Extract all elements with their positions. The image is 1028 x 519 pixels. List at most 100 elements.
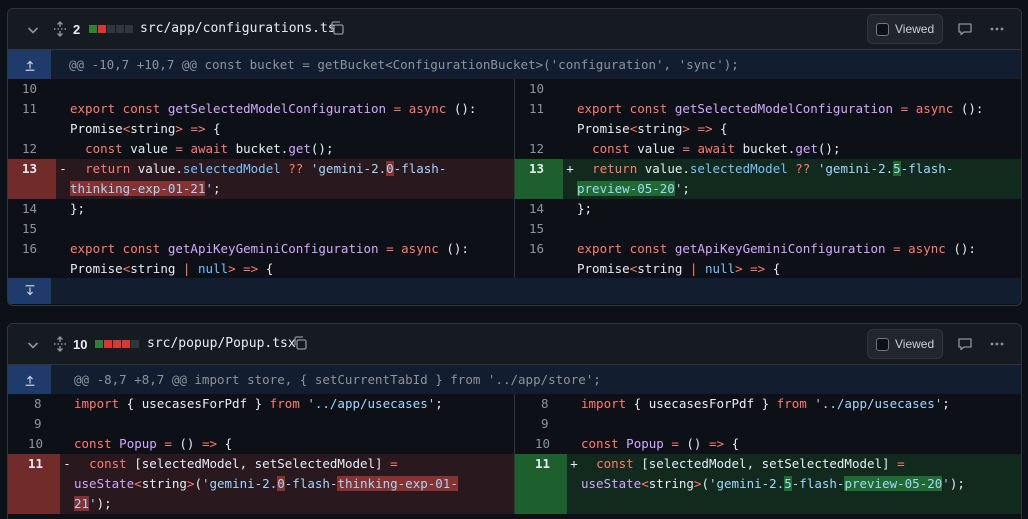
diff-line-deleted: 13- return value.selectedModel ?? 'gemin… [8,159,514,199]
diffstat-removed [113,340,121,348]
diff-line: 14}; [515,199,1021,219]
code-text: export const getApiKeyGeminiConfiguratio… [70,241,469,276]
code-text: const [selectedModel, setSelectedModel] … [581,456,965,491]
line-number[interactable]: 14 [8,199,56,219]
kebab-menu-icon[interactable] [989,336,1005,352]
line-number[interactable]: 8 [8,394,60,414]
chevron-down-icon[interactable] [25,22,41,38]
file-path[interactable]: src/popup/Popup.tsx [147,336,296,351]
unfold-icon[interactable] [52,21,68,37]
diff-line: 10 const Popup = () => { [8,434,514,454]
viewed-checkbox[interactable] [876,337,889,351]
code-text: export const getApiKeyGeminiConfiguratio… [577,241,976,276]
diffstat-bars [95,340,139,348]
diffstat-added [89,25,97,33]
viewed-toggle[interactable]: Viewed [867,14,943,44]
diff-line: 14}; [8,199,514,219]
expand-up-button[interactable] [8,365,51,394]
diff-right-side: 8 import { usecasesForPdf } from '../app/… [514,394,1021,514]
code-text: const value = await bucket.get(); [592,141,841,156]
diffstat-added [95,340,103,348]
expand-down-row [8,278,1021,304]
code-text: return value.selectedModel ?? 'gemini-2.… [577,161,954,196]
diff-line-added: 11 + const [selectedModel, setSelectedMod… [515,454,1021,514]
code-text: }; [70,201,86,216]
split-diff: 8 import { usecasesForPdf } from '../app/… [8,394,1021,514]
diff-line: 11 export const getSelectedModelConfigura… [8,99,514,139]
line-number[interactable]: 10 [8,434,60,454]
code-text: import { usecasesForPdf } from '../app/u… [581,396,950,411]
viewed-label: Viewed [895,22,935,36]
file-header: 10 src/popup/Popup.tsx Viewed [8,324,1021,365]
viewed-checkbox[interactable] [876,22,889,36]
line-number[interactable]: 13 [8,159,56,199]
line-number[interactable]: 10 [515,79,563,99]
del-marker: - [59,161,67,176]
line-number[interactable]: 12 [8,139,56,159]
diff-left-side: 8 import { usecasesForPdf } from '../app/… [8,394,514,514]
line-number[interactable]: 11 [515,99,563,139]
chevron-down-icon[interactable] [25,337,41,353]
unfold-icon[interactable] [52,336,68,352]
code-text: export const getSelectedModelConfigurati… [577,101,984,136]
code-text: return value.selectedModel ?? 'gemini-2.… [70,161,447,196]
diff-line: 15 [8,219,514,239]
viewed-label: Viewed [895,337,935,351]
diffstat-removed [98,25,106,33]
line-number[interactable]: 8 [515,394,567,414]
diff-line: 10 [8,79,514,99]
line-number[interactable]: 10 [515,434,567,454]
line-number[interactable]: 14 [515,199,563,219]
diff-line: 9 [8,414,514,434]
comment-icon[interactable] [957,336,973,352]
comment-icon[interactable] [957,21,973,37]
copy-icon[interactable] [329,20,345,36]
diff-line: 12 const value = await bucket.get(); [8,139,514,159]
line-number[interactable]: 15 [8,219,56,239]
line-number[interactable]: 13 [515,159,563,199]
line-number[interactable]: 9 [515,414,567,434]
line-number[interactable]: 11 [515,454,567,514]
line-number[interactable]: 16 [515,239,563,279]
line-number[interactable]: 16 [8,239,56,279]
viewed-toggle[interactable]: Viewed [867,329,943,359]
expand-up-button[interactable] [8,50,51,79]
line-number[interactable]: 11 [8,99,56,139]
hunk-header-text: @@ -10,7 +10,7 @@ const bucket = getBuck… [69,57,739,72]
change-count: 2 [73,22,81,37]
diff-line: 16 export const getApiKeyGeminiConfigurat… [515,239,1021,279]
copy-icon[interactable] [292,335,308,351]
code-text: const Popup = () => { [74,436,233,451]
diff-file-popup: 10 src/popup/Popup.tsx Viewed @@ -8,7 +8… [7,323,1022,519]
diff-file-configurations: 2 src/app/configurations.ts Viewed @@ -1… [7,8,1022,306]
hunk-header: @@ -8,7 +8,7 @@ import store, { setCurre… [8,365,1021,394]
diff-line: 16 export const getApiKeyGeminiConfigurat… [8,239,514,279]
line-number[interactable]: 11 [8,454,60,514]
line-number[interactable]: 12 [515,139,563,159]
code-text: import { usecasesForPdf } from '../app/u… [74,396,443,411]
change-count: 10 [73,337,88,352]
diff-line-deleted: 11- const [selectedModel, setSelectedMod… [8,454,514,514]
del-marker: - [63,456,71,471]
file-path[interactable]: src/app/configurations.ts [140,21,336,36]
kebab-menu-icon[interactable] [989,21,1005,37]
hunk-header: @@ -10,7 +10,7 @@ const bucket = getBuck… [8,50,1021,79]
diff-right-side: 10 11 export const getSelectedModelConfig… [514,79,1021,279]
line-number[interactable]: 9 [8,414,60,434]
diff-line: 8 import { usecasesForPdf } from '../app/… [515,394,1021,414]
code-text: const [selectedModel, setSelectedModel] … [74,456,458,511]
add-marker: + [570,456,578,471]
diff-line: 12 const value = await bucket.get(); [515,139,1021,159]
expand-down-button[interactable] [8,278,51,304]
diff-line: 15 [515,219,1021,239]
diff-left-side: 10 11 export const getSelectedModelConfig… [8,79,514,279]
code-text: export const getSelectedModelConfigurati… [70,101,477,136]
expand-down-icon [25,285,34,296]
line-number[interactable]: 15 [515,219,563,239]
split-diff: 10 11 export const getSelectedModelConfig… [8,79,1021,279]
diffstat-removed [104,340,112,348]
file-header: 2 src/app/configurations.ts Viewed [8,9,1021,50]
diffstat-neutral [116,25,124,33]
line-number[interactable]: 10 [8,79,56,99]
code-text: }; [577,201,593,216]
